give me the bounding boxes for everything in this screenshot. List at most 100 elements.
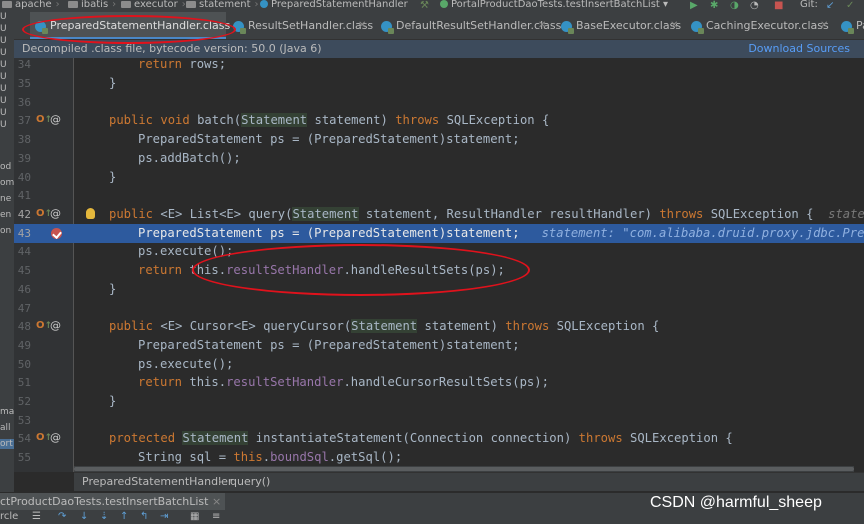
test-config-icon <box>440 0 448 8</box>
code-line[interactable]: 38 PreparedStatement ps = (PreparedState… <box>14 130 864 149</box>
project-item-selected[interactable]: ort <box>0 439 14 449</box>
navigation-bar: apache › ibatis › executor › statement › Pre… <box>0 0 864 12</box>
class-icon <box>260 0 268 8</box>
code-line[interactable]: 53 <box>14 411 864 430</box>
project-panel-edge: U U U U U U U U U U od om ne en on ma al… <box>0 12 14 492</box>
stop-icon[interactable]: ■ <box>774 1 783 11</box>
close-tab-icon[interactable]: ✕ <box>358 12 366 39</box>
tab-caching-executor[interactable]: CachingExecutor.class ✕ <box>686 12 834 39</box>
git-commit-icon[interactable]: ✓ <box>846 1 854 11</box>
nav-crumb-statement[interactable]: statement › <box>186 0 262 10</box>
run-config-selector[interactable]: PortalProductDaoTests.testInsertBatchLis… <box>440 0 668 10</box>
code-line[interactable]: 47 <box>14 299 864 318</box>
run-icon[interactable]: ▶ <box>690 1 698 11</box>
breadcrumb-separator: › <box>218 475 223 488</box>
breakpoint-icon[interactable] <box>51 228 62 239</box>
profile-icon[interactable]: ◔ <box>750 1 759 11</box>
lightbulb-icon[interactable] <box>86 208 95 219</box>
annotation-marker-icon: @ <box>50 113 61 126</box>
decompiled-banner: Decompiled .class file, bytecode version… <box>14 40 864 58</box>
code-line[interactable]: 41 <box>14 186 864 205</box>
hammer-icon[interactable]: ⚒ <box>420 1 429 11</box>
class-file-icon <box>35 21 48 34</box>
project-item[interactable]: U <box>0 36 14 46</box>
debug-icon[interactable]: ✱ <box>710 1 718 11</box>
annotation-marker-icon: @ <box>50 207 61 220</box>
close-tab-icon[interactable]: ✕ <box>670 12 678 39</box>
force-step-into-icon[interactable]: ⇣ <box>100 510 108 524</box>
coverage-icon[interactable]: ◑ <box>730 1 739 11</box>
tab-default-result-set-handler[interactable]: DefaultResultSetHandler.class ✕ <box>376 12 561 39</box>
folder-icon <box>121 1 131 8</box>
project-item[interactable]: U <box>0 72 14 82</box>
nav-crumb-executor[interactable]: executor › <box>121 0 190 10</box>
step-over-icon[interactable]: ↷ <box>58 510 66 524</box>
code-line[interactable]: 39 ps.addBatch(); <box>14 149 864 168</box>
project-item[interactable]: U <box>0 24 14 34</box>
code-line[interactable]: 50 ps.execute(); <box>14 355 864 374</box>
code-editor[interactable]: 34 return rows; 35 } 36 37 O↑ @ public v… <box>14 58 864 472</box>
menu-icon[interactable]: ☰ <box>32 510 41 524</box>
project-item[interactable]: om <box>0 178 14 188</box>
drop-frame-icon[interactable]: ↰ <box>140 510 148 524</box>
project-item[interactable]: U <box>0 48 14 58</box>
nav-crumb-apache[interactable]: apache › <box>2 0 64 10</box>
scrollbar-thumb[interactable] <box>74 467 854 471</box>
code-line[interactable]: 54 O↑ @ protected Statement instantiateS… <box>14 429 864 448</box>
download-sources-link[interactable]: Download Sources <box>748 40 850 58</box>
nav-crumb-ibatis[interactable]: ibatis › <box>68 0 120 10</box>
code-line[interactable]: 35 } <box>14 74 864 93</box>
code-line[interactable]: 36 <box>14 93 864 112</box>
close-tab-icon[interactable]: ✕ <box>538 12 546 39</box>
folder-icon <box>186 1 196 8</box>
code-line[interactable]: 48 O↑ @ public <E> Cursor<E> queryCursor… <box>14 317 864 336</box>
code-line[interactable]: 55 String sql = this.boundSql.getSql(); <box>14 448 864 467</box>
nav-crumb-class[interactable]: PreparedStatementHandler <box>260 0 408 10</box>
project-item[interactable]: od <box>0 162 14 172</box>
watermark: CSDN @harmful_sheep <box>650 494 822 511</box>
project-item[interactable]: U <box>0 60 14 70</box>
code-line[interactable]: 34 return rows; <box>14 58 864 74</box>
code-line[interactable]: 51 return this.resultSetHandler.handleCu… <box>14 373 864 392</box>
step-out-icon[interactable]: ↑ <box>120 510 128 524</box>
tab-base-executor[interactable]: BaseExecutor.class ✕ <box>556 12 684 39</box>
project-item[interactable]: ma <box>0 407 14 417</box>
class-file-icon <box>691 21 704 34</box>
project-item[interactable]: all <box>0 423 14 433</box>
evaluate-icon[interactable]: ▦ <box>190 510 199 524</box>
project-item[interactable]: U <box>0 96 14 106</box>
code-line[interactable]: 44 ps.execute(); <box>14 242 864 261</box>
code-line[interactable]: 42 O↑ @ public <E> List<E> query(Stateme… <box>14 205 864 224</box>
code-line[interactable]: 46 } <box>14 280 864 299</box>
code-line[interactable]: 49 PreparedStatement ps = (PreparedState… <box>14 336 864 355</box>
breadcrumb-class[interactable]: PreparedStatementHandler <box>82 473 232 491</box>
code-line-current-breakpoint[interactable]: 43 PreparedStatement ps = (PreparedState… <box>14 224 864 243</box>
breadcrumb-method[interactable]: query() <box>230 473 270 491</box>
code-line[interactable]: 45 return this.resultSetHandler.handleRe… <box>14 261 864 280</box>
code-line[interactable]: 52 } <box>14 392 864 411</box>
project-item[interactable]: ne <box>0 194 14 204</box>
project-item[interactable]: U <box>0 108 14 118</box>
project-item[interactable]: U <box>0 120 14 130</box>
annotation-marker-icon: @ <box>50 319 61 332</box>
settings-icon[interactable]: ≡ <box>212 510 220 524</box>
code-line[interactable]: 40 } <box>14 168 864 187</box>
step-into-icon[interactable]: ↓ <box>80 510 88 524</box>
close-tab-icon[interactable]: × <box>212 495 221 508</box>
project-item[interactable]: U <box>0 84 14 94</box>
project-item[interactable]: en <box>0 210 14 220</box>
annotation-marker-icon: @ <box>50 431 61 444</box>
project-item[interactable]: on <box>0 226 14 236</box>
tab-prepared-statement-handler[interactable]: PreparedStatementHandler.class <box>30 12 230 39</box>
class-file-icon <box>561 21 574 34</box>
git-update-icon[interactable]: ↙ <box>826 1 834 11</box>
folder-icon <box>2 1 12 8</box>
run-to-cursor-icon[interactable]: ⇥ <box>160 510 168 524</box>
tab-overflow[interactable]: Pag <box>836 12 864 39</box>
tab-result-set-handler[interactable]: ResultSetHandler.class ✕ <box>228 12 374 39</box>
close-tab-icon[interactable]: ✕ <box>820 12 828 39</box>
debug-session-tab[interactable]: ctProductDaoTests.testInsertBatchList × <box>0 493 226 511</box>
code-line[interactable]: 37 O↑ @ public void batch(Statement stat… <box>14 111 864 130</box>
project-item[interactable]: U <box>0 12 14 22</box>
class-file-icon <box>233 21 246 34</box>
